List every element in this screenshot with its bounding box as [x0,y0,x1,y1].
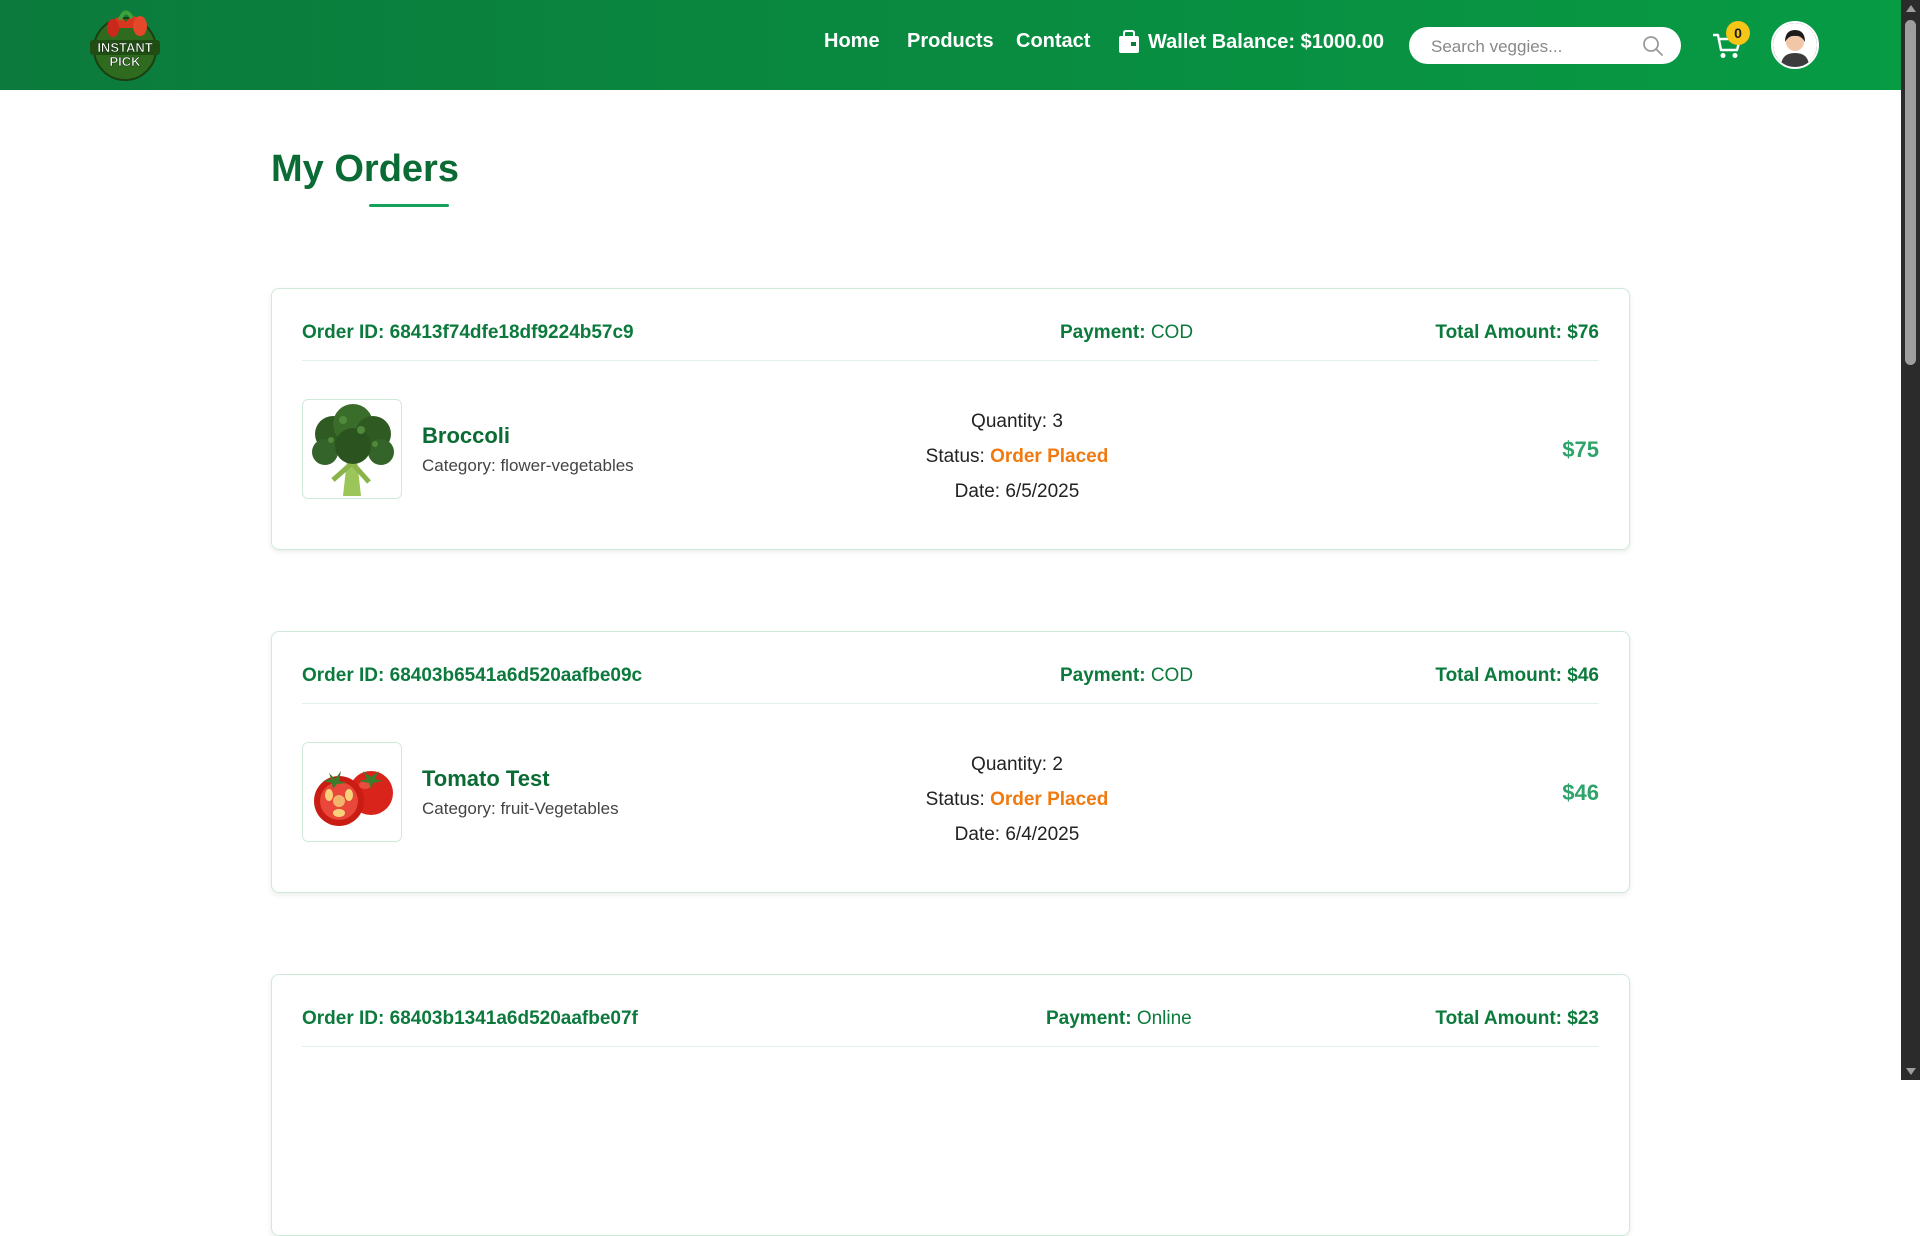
scroll-up-arrow-icon[interactable] [1906,5,1916,12]
quantity-label: Quantity: [971,411,1048,432]
order-card: Order ID: 68403b6541a6d520aafbe09c Payme… [271,631,1630,893]
order-card-header: Order ID: 68403b6541a6d520aafbe09c Payme… [302,632,1599,704]
order-details: Quantity: 2 Status: Order Placed Date: 6… [892,747,1142,852]
broccoli-image [302,399,402,499]
payment-label: Payment: [1046,1008,1132,1029]
category-label: Category: [422,799,496,818]
payment-method: Payment: COD [1060,665,1193,687]
payment-value: Online [1136,1008,1192,1029]
status-value: Order Placed [990,789,1109,810]
category-value: flower-vegetables [500,456,634,475]
payment-method: Payment: COD [1060,322,1193,344]
date-value: 6/4/2025 [1005,824,1080,845]
product-category: Category: fruit-Vegetables [422,799,619,819]
cart-count-badge: 0 [1726,21,1750,45]
wallet-icon [1119,30,1139,53]
order-id: Order ID: 68403b1341a6d520aafbe07f [302,1008,638,1029]
nav-link-home[interactable]: Home [824,30,880,53]
status-label: Status: [925,789,985,810]
status-label: Status: [925,446,985,467]
payment-label: Payment: [1060,665,1146,686]
order-card: Order ID: 68413f74dfe18df9224b57c9 Payme… [271,288,1630,550]
logo-text-line1: INSTANT [97,40,152,55]
status-value: Order Placed [990,446,1109,467]
tomato-image [302,742,402,842]
payment-method: Payment: Online [1046,1008,1192,1030]
order-total: Total Amount: $23 [1435,1008,1599,1029]
title-underline [369,204,449,207]
product-name[interactable]: Tomato Test [422,766,550,792]
order-card-header: Order ID: 68403b1341a6d520aafbe07f Payme… [302,975,1599,1047]
product-name[interactable]: Broccoli [422,423,510,449]
nav-link-contact[interactable]: Contact [1016,30,1090,53]
quantity-value: 3 [1052,411,1063,432]
order-status: Status: Order Placed [892,439,1142,474]
category-value: fruit-Vegetables [500,799,619,818]
order-quantity: Quantity: 2 [892,747,1142,782]
payment-label: Payment: [1060,322,1146,343]
product-category: Category: flower-vegetables [422,456,634,476]
wallet-balance: Wallet Balance: $1000.00 [1118,30,1384,54]
quantity-value: 2 [1052,754,1063,775]
order-date: Date: 6/5/2025 [892,474,1142,509]
nav-link-products[interactable]: Products [907,30,994,53]
scroll-down-arrow-icon[interactable] [1906,1068,1916,1075]
search-input[interactable] [1429,27,1633,66]
order-card: Order ID: 68403b1341a6d520aafbe07f Payme… [271,974,1630,1236]
search-box [1409,27,1681,66]
payment-value: COD [1150,665,1194,686]
user-avatar[interactable] [1771,21,1819,69]
top-navbar: INSTANT PICK Home Products Contact Walle… [0,0,1901,90]
order-total: Total Amount: $46 [1435,665,1599,686]
vertical-scrollbar[interactable] [1901,0,1920,1080]
order-card-header: Order ID: 68413f74dfe18df9224b57c9 Payme… [302,289,1599,361]
instant-pick-logo[interactable]: INSTANT PICK [80,4,170,86]
scrollbar-thumb[interactable] [1905,20,1916,365]
order-date: Date: 6/4/2025 [892,817,1142,852]
item-price: $75 [1562,437,1599,462]
order-id: Order ID: 68413f74dfe18df9224b57c9 [302,322,634,343]
date-label: Date: [954,824,1001,845]
date-label: Date: [954,481,1001,502]
page-title: My Orders [271,148,459,190]
quantity-label: Quantity: [971,754,1048,775]
order-quantity: Quantity: 3 [892,404,1142,439]
order-id: Order ID: 68403b6541a6d520aafbe09c [302,665,643,686]
order-total: Total Amount: $76 [1435,322,1599,343]
logo-text-line2: PICK [109,54,141,69]
search-icon[interactable] [1642,35,1663,56]
order-details: Quantity: 3 Status: Order Placed Date: 6… [892,404,1142,509]
payment-value: COD [1150,322,1194,343]
order-status: Status: Order Placed [892,782,1142,817]
category-label: Category: [422,456,496,475]
wallet-balance-text: Wallet Balance: $1000.00 [1148,30,1385,53]
item-price: $46 [1562,780,1599,805]
date-value: 6/5/2025 [1005,481,1080,502]
